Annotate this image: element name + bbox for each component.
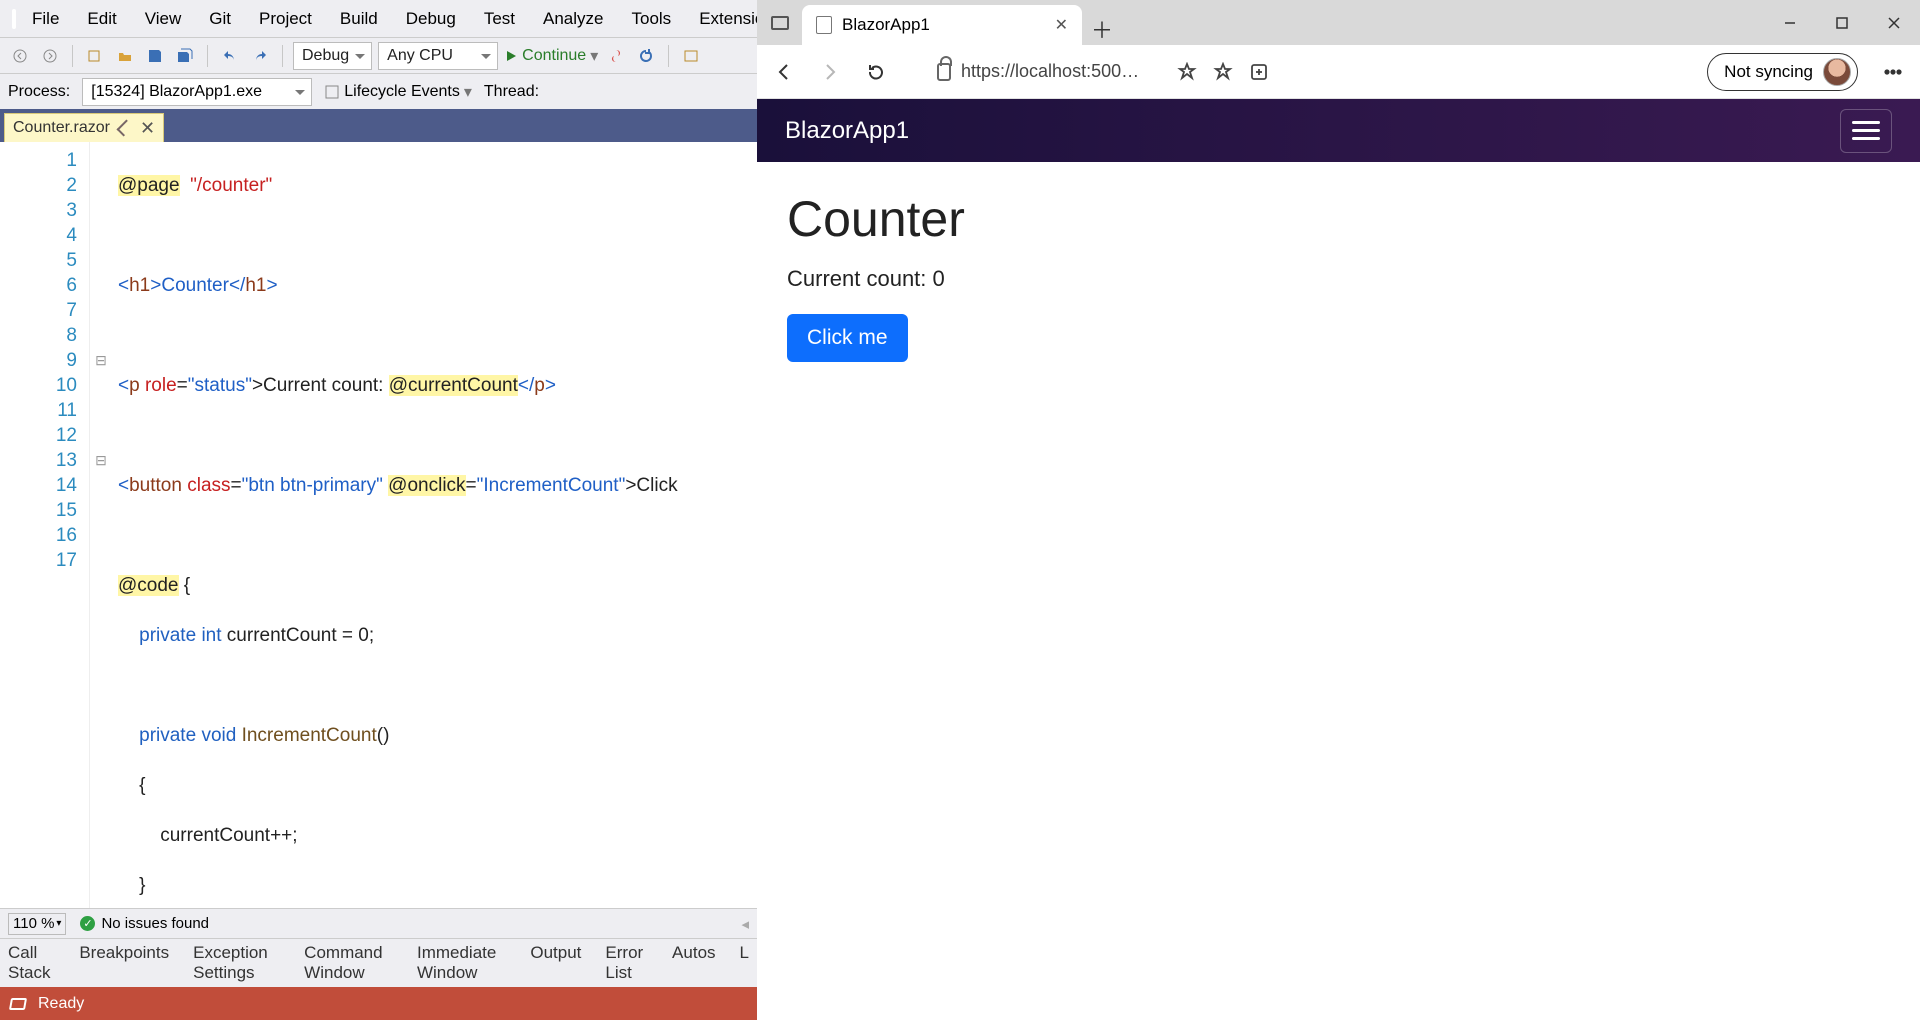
- tool-tab-breakpoints[interactable]: Breakpoints: [79, 943, 169, 983]
- separator: [72, 45, 73, 67]
- document-tabstrip: Counter.razor ✕: [0, 109, 757, 142]
- lifecycle-icon: [324, 84, 340, 100]
- menu-project[interactable]: Project: [245, 3, 326, 35]
- nav-fwd-icon[interactable]: [38, 44, 62, 68]
- hot-reload-icon[interactable]: [604, 44, 628, 68]
- status-icon: [9, 998, 27, 1010]
- menu-test[interactable]: Test: [470, 3, 529, 35]
- continue-button[interactable]: Continue ▾: [504, 46, 598, 66]
- app-content: Counter Current count: 0 Click me: [757, 162, 1920, 1020]
- url-text: https://localhost:500…: [961, 61, 1139, 82]
- tab-actions-icon[interactable]: [757, 0, 802, 45]
- new-tab-button[interactable]: ＋: [1082, 13, 1122, 45]
- collections-icon[interactable]: [1249, 62, 1269, 82]
- pin-icon[interactable]: [116, 120, 133, 137]
- save-icon[interactable]: [143, 44, 167, 68]
- vs-toolbar: Debug Any CPU Continue ▾: [0, 37, 757, 73]
- continue-label: Continue: [522, 47, 586, 65]
- play-icon: [504, 49, 518, 63]
- document-tab-label: Counter.razor: [13, 119, 110, 137]
- editor-status: 110 %▾ ✓No issues found ◂: [0, 908, 757, 938]
- visual-studio-window: File Edit View Git Project Build Debug T…: [0, 0, 757, 1020]
- favorite-icon[interactable]: [1213, 62, 1233, 82]
- tool-tab-callstack[interactable]: Call Stack: [8, 943, 55, 983]
- tool-windows-strip: Call Stack Breakpoints Exception Setting…: [0, 938, 757, 987]
- menu-edit[interactable]: Edit: [73, 3, 130, 35]
- sync-pill[interactable]: Not syncing: [1707, 53, 1858, 91]
- status-text: Ready: [38, 995, 84, 1013]
- menu-file[interactable]: File: [18, 3, 73, 35]
- undo-icon[interactable]: [218, 44, 242, 68]
- process-dropdown[interactable]: [15324] BlazorApp1.exe: [82, 78, 312, 106]
- tool-tab-more[interactable]: L: [740, 943, 749, 983]
- tool-tab-autos[interactable]: Autos: [672, 943, 715, 983]
- thread-label: Thread:: [484, 83, 539, 101]
- close-icon[interactable]: ✕: [140, 118, 155, 139]
- app-brand[interactable]: BlazorApp1: [785, 117, 909, 145]
- menu-analyze[interactable]: Analyze: [529, 3, 617, 35]
- browser-tab[interactable]: BlazorApp1 ✕: [802, 5, 1082, 45]
- issues-indicator[interactable]: ✓No issues found: [80, 915, 209, 932]
- tool-tab-exception[interactable]: Exception Settings: [193, 943, 280, 983]
- document-tab-counter[interactable]: Counter.razor ✕: [4, 113, 164, 142]
- platform-dropdown[interactable]: Any CPU: [378, 42, 498, 70]
- settings-menu-icon[interactable]: [1876, 55, 1910, 89]
- favicon-icon: [816, 16, 832, 34]
- menu-tools[interactable]: Tools: [618, 3, 686, 35]
- lifecycle-label[interactable]: Lifecycle Events: [344, 83, 460, 101]
- menu-git[interactable]: Git: [195, 3, 245, 35]
- vs-debug-toolbar: Process: [15324] BlazorApp1.exe Lifecycl…: [0, 73, 757, 109]
- new-item-icon[interactable]: [83, 44, 107, 68]
- code-editor[interactable]: 1234567891011121314151617 ⊟⊟ @page "/cou…: [0, 142, 757, 908]
- browser-addressbar: https://localhost:500… Not syncing: [757, 45, 1920, 99]
- browser-link-icon[interactable]: [679, 44, 703, 68]
- nav-back-icon[interactable]: [8, 44, 32, 68]
- window-close-icon[interactable]: [1868, 0, 1920, 45]
- tool-tab-command[interactable]: Command Window: [304, 943, 393, 983]
- url-display[interactable]: https://localhost:500…: [937, 61, 1157, 82]
- count-status: Current count: 0: [787, 266, 1890, 292]
- click-me-button[interactable]: Click me: [787, 314, 908, 362]
- browser-tab-title: BlazorApp1: [842, 15, 930, 35]
- browser-titlebar: BlazorApp1 ✕ ＋: [757, 0, 1920, 45]
- profile-avatar-icon: [1823, 58, 1851, 86]
- line-number-gutter: 1234567891011121314151617: [0, 142, 90, 908]
- addressbar-icons: [1177, 62, 1269, 82]
- menu-debug[interactable]: Debug: [392, 3, 470, 35]
- tab-close-icon[interactable]: ✕: [1055, 15, 1068, 35]
- tool-tab-errorlist[interactable]: Error List: [605, 943, 648, 983]
- process-label: Process:: [8, 83, 70, 101]
- lock-icon: [937, 63, 951, 81]
- open-icon[interactable]: [113, 44, 137, 68]
- minimize-icon[interactable]: [1764, 0, 1816, 45]
- sync-label: Not syncing: [1724, 62, 1813, 82]
- zoom-selector[interactable]: 110 %▾: [8, 913, 66, 935]
- maximize-icon[interactable]: [1816, 0, 1868, 45]
- app-navbar: BlazorApp1: [757, 99, 1920, 162]
- vs-menubar: File Edit View Git Project Build Debug T…: [0, 0, 757, 37]
- tool-tab-output[interactable]: Output: [530, 943, 581, 983]
- browser-window: BlazorApp1 ✕ ＋ https://localhost:500…: [757, 0, 1920, 1020]
- refresh-button[interactable]: [859, 55, 893, 89]
- fold-gutter: ⊟⊟: [90, 142, 112, 908]
- menu-view[interactable]: View: [131, 3, 196, 35]
- config-dropdown[interactable]: Debug: [293, 42, 372, 70]
- star-plus-icon[interactable]: [1177, 62, 1197, 82]
- code-content[interactable]: @page "/counter" <h1>Counter</h1> <p rol…: [112, 142, 678, 908]
- separator: [282, 45, 283, 67]
- save-all-icon[interactable]: [173, 44, 197, 68]
- separator: [668, 45, 669, 67]
- vs-status-bar: Ready: [0, 987, 757, 1020]
- restart-icon[interactable]: [634, 44, 658, 68]
- forward-button[interactable]: [813, 55, 847, 89]
- check-icon: ✓: [80, 916, 95, 931]
- separator: [207, 45, 208, 67]
- hamburger-button[interactable]: [1840, 109, 1892, 153]
- page-heading: Counter: [787, 190, 1890, 248]
- redo-icon[interactable]: [248, 44, 272, 68]
- menu-build[interactable]: Build: [326, 3, 392, 35]
- back-button[interactable]: [767, 55, 801, 89]
- tool-tab-immediate[interactable]: Immediate Window: [417, 943, 506, 983]
